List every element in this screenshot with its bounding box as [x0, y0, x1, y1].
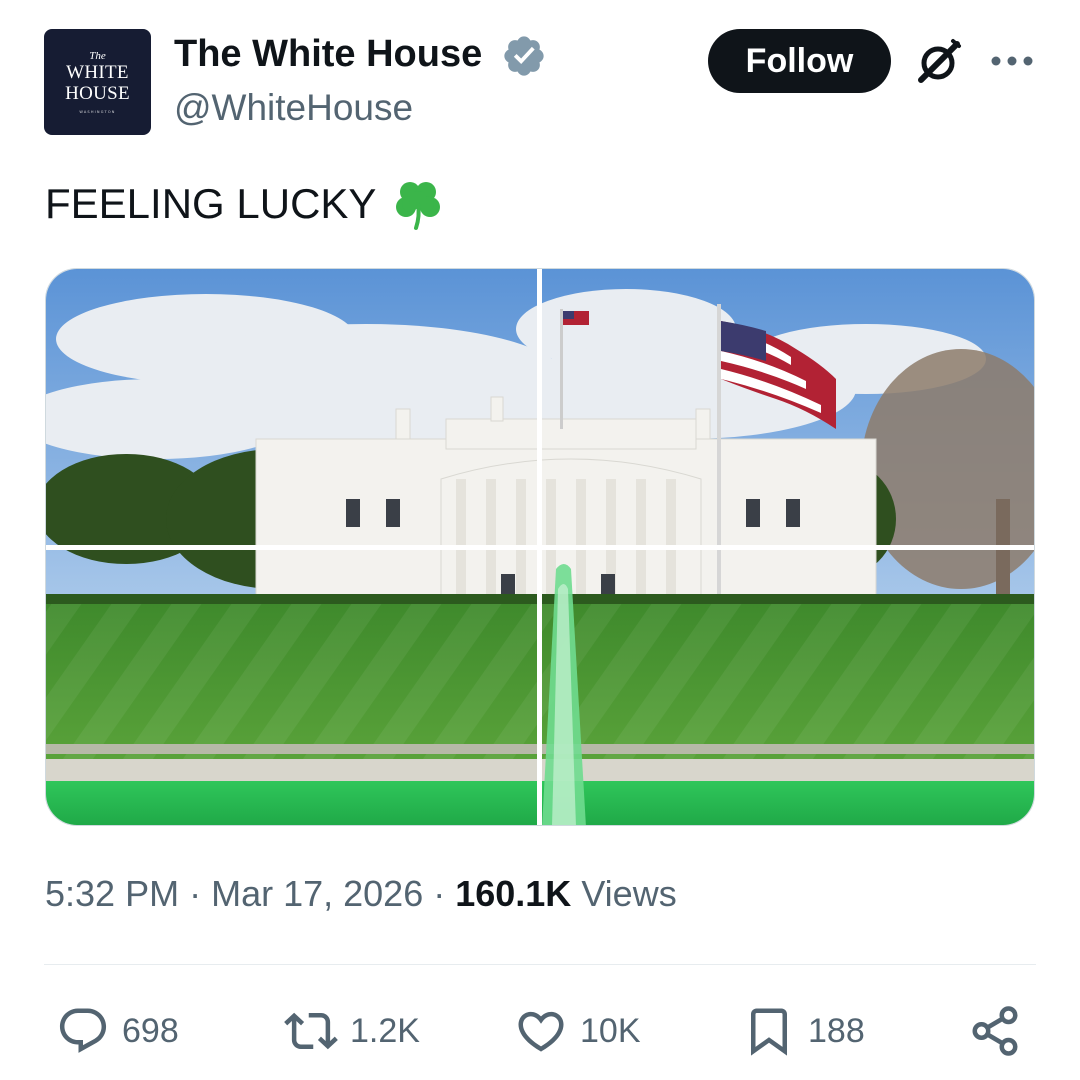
tweet-text: FEELING LUCKY: [45, 176, 446, 232]
like-button[interactable]: 10K: [514, 1003, 641, 1059]
reply-icon: [59, 1008, 107, 1053]
tweet-meta: 5:32 PM · Mar 17, 2026 · 160.1K Views: [45, 870, 677, 918]
repost-icon: [284, 1012, 338, 1050]
tweet-date[interactable]: Mar 17, 2026: [211, 873, 423, 914]
views-count: 160.1K: [455, 873, 572, 914]
tweet-time[interactable]: 5:32 PM: [45, 873, 179, 914]
repost-button[interactable]: 1.2K: [284, 1003, 420, 1059]
white-house-photo: [46, 269, 1034, 825]
grok-icon[interactable]: [913, 37, 963, 87]
four-leaf-clover-icon: [396, 182, 441, 230]
reply-count: 698: [122, 1011, 179, 1050]
avatar-text-washington: WASHINGTON: [79, 110, 116, 114]
bookmark-icon: [751, 1008, 787, 1056]
divider: [44, 964, 1036, 965]
follow-button[interactable]: Follow: [708, 29, 891, 93]
meta-separator-1: ·: [179, 873, 212, 914]
views-label: Views: [571, 873, 677, 914]
tweet-text-content: FEELING LUCKY: [45, 180, 377, 227]
like-count: 10K: [580, 1011, 641, 1050]
bookmark-button[interactable]: 188: [742, 1003, 865, 1059]
more-horizontal-icon[interactable]: [990, 48, 1034, 74]
share-button[interactable]: [968, 1003, 1034, 1059]
avatar-text-house: HOUSE: [65, 83, 130, 104]
bookmark-count: 188: [808, 1011, 865, 1050]
repost-count: 1.2K: [350, 1011, 420, 1050]
heart-icon: [518, 1011, 564, 1052]
avatar-text-the: The: [89, 50, 106, 62]
reply-button[interactable]: 698: [56, 1003, 179, 1059]
avatar[interactable]: The WHITE HOUSE WASHINGTON: [44, 29, 151, 135]
author-display-name[interactable]: The White House: [174, 32, 482, 76]
verified-badge-icon: [504, 36, 544, 76]
tweet-media-grid[interactable]: [45, 268, 1035, 826]
share-icon: [972, 1006, 1018, 1056]
meta-separator-2: ·: [423, 873, 456, 914]
author-handle[interactable]: @WhiteHouse: [174, 86, 413, 130]
avatar-text-white: WHITE: [66, 62, 129, 83]
